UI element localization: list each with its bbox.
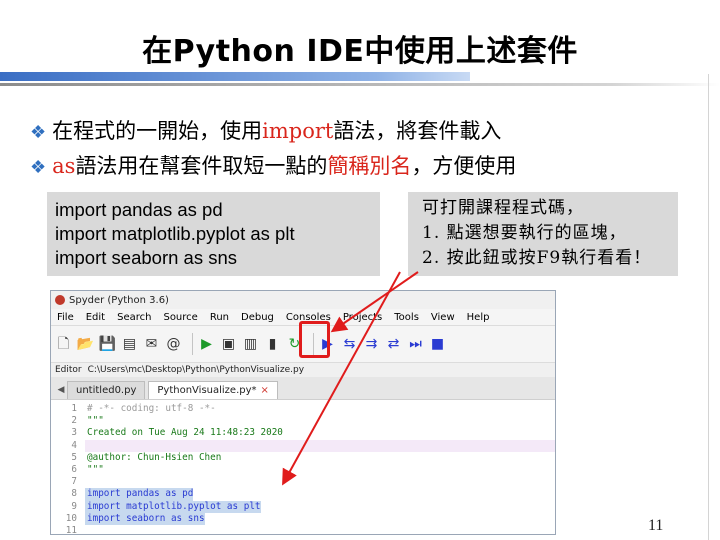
step-icon[interactable]: ⇆ xyxy=(341,336,358,353)
line-number: 10 xyxy=(65,512,77,524)
code-line: import pandas as pd xyxy=(55,199,223,220)
code-line[interactable]: 8 import pandas as pd xyxy=(51,488,555,501)
close-tab-icon[interactable]: × xyxy=(261,385,269,396)
right-margin-line xyxy=(708,74,709,540)
menu-debug[interactable]: Debug xyxy=(241,312,274,323)
run-cell-advance-icon[interactable]: ▥ xyxy=(242,336,259,353)
menu-file[interactable]: File xyxy=(57,312,74,323)
stop-icon[interactable]: ■ xyxy=(429,336,446,353)
at-icon[interactable]: @ xyxy=(165,336,182,353)
code-line[interactable]: 9 import matplotlib.pyplot as plt xyxy=(51,500,555,513)
code-text: """ xyxy=(87,463,104,475)
as-keyword: as xyxy=(52,154,76,178)
line-number: 5 xyxy=(71,451,77,463)
page-number: 11 xyxy=(648,517,664,534)
tab-untitled0[interactable]: untitled0.py xyxy=(67,381,146,399)
menu-view[interactable]: View xyxy=(431,312,455,323)
spyder-logo-icon xyxy=(55,295,65,305)
code-line[interactable]: 1 # -*- coding: utf-8 -*- xyxy=(51,403,555,415)
title-underline-blue xyxy=(0,72,470,81)
menu-projects[interactable]: Projects xyxy=(343,312,382,323)
toolbar-separator xyxy=(192,333,193,355)
code-line[interactable]: 5 @author: Chun-Hsien Chen xyxy=(51,452,555,464)
ide-window-title: Spyder (Python 3.6) xyxy=(69,294,169,306)
menu-search[interactable]: Search xyxy=(117,312,151,323)
open-folder-icon[interactable]: 📂 xyxy=(77,336,94,353)
code-text xyxy=(85,439,555,452)
email-icon[interactable]: ✉ xyxy=(143,336,160,353)
ide-titlebar: Spyder (Python 3.6) xyxy=(51,291,555,309)
note-line: 2. 按此鈕或按F9執行看看！ xyxy=(422,248,652,268)
bullet-import: ❖ 在程式的一開始，使用import語法，將套件載入 xyxy=(30,119,502,143)
line-number: 8 xyxy=(71,488,77,500)
code-editor[interactable]: 1 # -*- coding: utf-8 -*- 2 """ 3 Created on … xyxy=(51,403,555,535)
code-line[interactable]: 10 import seaborn as sns xyxy=(51,512,555,525)
menu-source[interactable]: Source xyxy=(163,312,197,323)
new-file-icon[interactable]: 🗋 xyxy=(55,336,72,353)
tab-pythonvisualize[interactable]: PythonVisualize.py* × xyxy=(148,381,278,399)
run-icon[interactable]: ▶ xyxy=(198,336,215,353)
diamond-bullet-icon: ❖ xyxy=(30,157,47,178)
save-all-icon[interactable]: ▤ xyxy=(121,336,138,353)
editor-label: Editor xyxy=(55,365,82,375)
code-line[interactable]: 3 Created on Tue Aug 24 11:48:23 2020 xyxy=(51,427,555,439)
continue-icon[interactable]: ⏭ xyxy=(407,336,424,353)
line-number: 9 xyxy=(71,500,77,512)
code-line[interactable]: 7 xyxy=(51,476,555,488)
diamond-bullet-icon: ❖ xyxy=(30,122,47,143)
save-icon[interactable]: 💾 xyxy=(99,336,116,353)
code-text: Created on Tue Aug 24 11:48:23 2020 xyxy=(87,427,283,439)
line-number: 6 xyxy=(71,463,77,475)
note-line: 可打開課程程式碼， xyxy=(422,198,584,218)
import-keyword: import xyxy=(262,119,334,143)
code-line[interactable]: 6 """ xyxy=(51,464,555,476)
code-line[interactable]: 2 """ xyxy=(51,415,555,427)
bullet-as: ❖ as語法用在幫套件取短一點的簡稱別名，方便使用 xyxy=(30,154,517,178)
note-line: 1. 點選想要執行的區塊， xyxy=(422,223,627,243)
menu-help[interactable]: Help xyxy=(467,312,490,323)
code-line[interactable]: 11 xyxy=(51,524,555,535)
run-selection-icon[interactable]: ▮ xyxy=(264,336,281,353)
code-text: """ xyxy=(87,415,104,427)
code-line: import matplotlib.pyplot as plt xyxy=(55,223,295,244)
code-line: import seaborn as sns xyxy=(55,247,238,268)
line-number: 4 xyxy=(71,439,77,451)
code-example-box: import pandas as pd import matplotlib.py… xyxy=(47,192,380,276)
slide-title: 在Python IDE中使用上述套件 xyxy=(142,34,578,69)
editor-tabbar: ◀ untitled0.py PythonVisualize.py* × xyxy=(51,377,555,400)
title-underline-gray xyxy=(0,83,720,86)
line-number: 3 xyxy=(71,427,77,439)
line-number: 11 xyxy=(65,524,77,535)
run-cell-highlight-box xyxy=(299,321,330,358)
menu-edit[interactable]: Edit xyxy=(86,312,105,323)
run-cell-icon[interactable]: ▣ xyxy=(220,336,237,353)
line-number: 1 xyxy=(71,403,77,414)
step-return-icon[interactable]: ⇄ xyxy=(385,336,402,353)
code-text: import pandas as pd xyxy=(85,488,194,501)
code-line[interactable]: 4 xyxy=(51,439,555,452)
step-into-icon[interactable]: ⇉ xyxy=(363,336,380,353)
code-text: import matplotlib.pyplot as plt xyxy=(85,500,261,513)
editor-pathbar: Editor C:\Users\mc\Desktop\Python\Python… xyxy=(51,363,555,377)
code-text: import seaborn as sns xyxy=(85,512,205,525)
menu-tools[interactable]: Tools xyxy=(394,312,419,323)
menu-run[interactable]: Run xyxy=(210,312,229,323)
line-number: 2 xyxy=(71,415,77,427)
tabs-left-icon[interactable]: ◀ xyxy=(55,385,67,395)
code-text: @author: Chun-Hsien Chen xyxy=(87,451,222,463)
alias-term: 簡稱別名 xyxy=(327,154,412,178)
line-number: 7 xyxy=(71,476,77,488)
selected-cell-marker xyxy=(282,486,285,537)
instruction-note-box: 可打開課程程式碼， 1. 點選想要執行的區塊， 2. 按此鈕或按F9執行看看！ xyxy=(408,192,678,276)
editor-path: C:\Users\mc\Desktop\Python\PythonVisuali… xyxy=(87,365,305,375)
code-text: # -*- coding: utf-8 -*- xyxy=(87,403,216,414)
